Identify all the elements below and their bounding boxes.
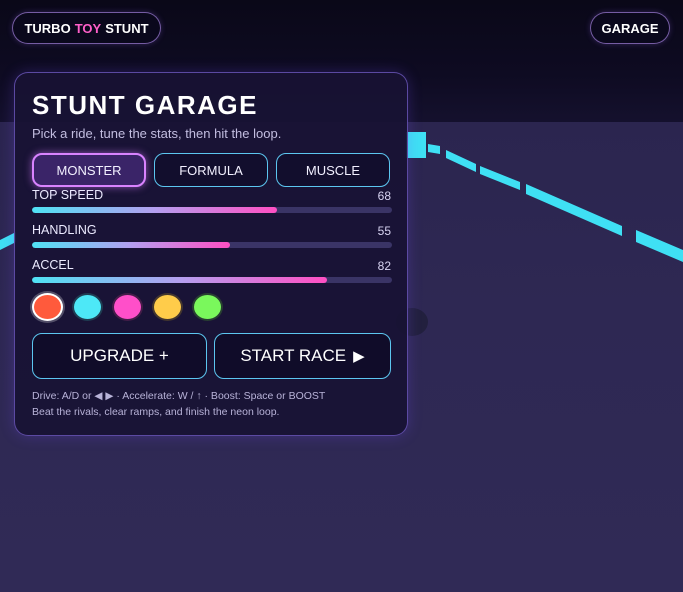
paint-swatch-cyan[interactable]	[72, 293, 103, 321]
title-word-stunt: STUNT	[105, 20, 149, 36]
right-neon-rail-seg-5	[636, 230, 683, 262]
rail-post	[406, 132, 426, 158]
right-neon-rail-seg-3	[480, 166, 520, 190]
panel-title: STUNT GARAGE	[32, 90, 258, 120]
stat-label-top-speed: TOP SPEED	[32, 188, 104, 202]
controls-help-text: Drive: A/D or ◀ ▶ · Accelerate: W / ↑ · …	[32, 390, 326, 402]
car-option-muscle[interactable]: MUSCLE	[276, 153, 390, 187]
garage-button[interactable]: GARAGE	[590, 12, 670, 44]
right-neon-rail-seg-4	[526, 184, 622, 236]
game-title-badge: TURBO TOY STUNT	[12, 12, 161, 44]
start-race-label: START RACE	[240, 346, 347, 365]
start-race-button[interactable]: START RACE ▶	[214, 333, 391, 379]
paint-swatch-green[interactable]	[192, 293, 223, 321]
car-option-formula[interactable]: FORMULA	[154, 153, 268, 187]
car-option-monster[interactable]: MONSTER	[32, 153, 146, 187]
stat-value-handling: 55	[377, 224, 391, 238]
stat-fill-top-speed	[32, 207, 277, 213]
paint-swatch-red[interactable]	[32, 293, 63, 321]
upgrade-button[interactable]: UPGRADE +	[32, 333, 207, 379]
title-word-turbo: TURBO	[24, 20, 71, 36]
stat-value-top-speed: 68	[377, 189, 391, 203]
upgrade-label: UPGRADE +	[70, 346, 169, 365]
objective-help-text: Beat the rivals, clear ramps, and finish…	[32, 406, 280, 418]
stat-label-handling: HANDLING	[32, 223, 97, 237]
paint-swatch-yellow[interactable]	[152, 293, 183, 321]
stat-label-accel: ACCEL	[32, 258, 74, 272]
stat-value-accel: 82	[377, 259, 391, 273]
title-word-toy: TOY	[74, 20, 102, 36]
stat-bar-top-speed	[32, 207, 392, 213]
stunt-garage-panel: STUNT GARAGE Pick a ride, tune the stats…	[14, 72, 408, 436]
stat-bar-handling	[32, 242, 392, 248]
play-icon: ▶	[353, 348, 365, 365]
right-neon-rail-seg-2	[446, 150, 476, 172]
paint-swatch-pink[interactable]	[112, 293, 143, 321]
stat-fill-accel	[32, 277, 328, 283]
stat-fill-handling	[32, 242, 230, 248]
right-neon-rail-seg-1	[428, 144, 440, 154]
panel-subtitle: Pick a ride, tune the stats, then hit th…	[32, 126, 282, 141]
stat-bar-accel	[32, 277, 392, 283]
